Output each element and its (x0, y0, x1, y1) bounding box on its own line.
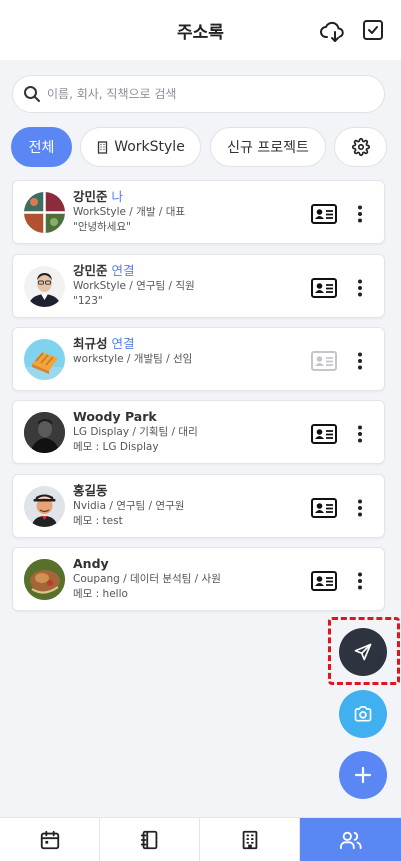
cloud-download-icon[interactable] (320, 18, 346, 44)
contact-tag: 나 (111, 189, 124, 204)
filter-chip-label: WorkStyle (114, 139, 185, 155)
more-icon[interactable] (357, 572, 363, 590)
filter-chip-new-project[interactable]: 신규 프로젝트 (210, 127, 326, 167)
business-card-icon[interactable] (311, 424, 337, 444)
contact-tag: 연결 (111, 263, 135, 278)
contact-memo: "123" (73, 295, 103, 307)
avatar (24, 266, 65, 307)
more-icon[interactable] (357, 279, 363, 297)
contact-name-row: 강민준 연결 (73, 262, 303, 279)
add-contact-button[interactable] (339, 751, 387, 799)
office-building-icon (242, 830, 257, 850)
notebook-icon (140, 830, 157, 850)
filter-chip-all[interactable]: 전체 (11, 127, 72, 167)
search-bar[interactable] (12, 75, 385, 113)
filter-chip-label: 전체 (28, 140, 55, 156)
contact-name: 강민준 (73, 189, 108, 204)
search-input[interactable] (47, 84, 367, 104)
tab-calendar[interactable] (0, 818, 100, 861)
business-card-icon[interactable] (311, 351, 337, 371)
contact-org: WorkStyle / 개발 / 대표 (73, 206, 186, 218)
filter-chip-label: 신규 프로젝트 (227, 140, 309, 156)
contact-org: workstyle / 개발팀 / 선임 (73, 353, 193, 365)
contact-memo: 메모 : LG Display (73, 441, 159, 453)
bottom-tab-bar (0, 817, 401, 861)
send-icon (354, 643, 372, 661)
more-icon[interactable] (357, 352, 363, 370)
search-icon (24, 86, 40, 102)
more-icon[interactable] (357, 425, 363, 443)
contact-card[interactable]: 최규성 연결 workstyle / 개발팀 / 선임 (12, 327, 385, 391)
camera-button[interactable] (339, 690, 387, 738)
business-card-icon[interactable] (311, 571, 337, 591)
contact-name: 최규성 (73, 336, 108, 351)
contact-memo: "안녕하세요" (73, 221, 131, 233)
contact-card[interactable]: 홍길동 Nvidia / 연구팀 / 연구원 메모 : test (12, 474, 385, 538)
avatar (24, 412, 65, 453)
contact-card[interactable]: 강민준 나 WorkStyle / 개발 / 대표 "안녕하세요" (12, 180, 385, 244)
contact-name-row: Andy (73, 555, 303, 572)
business-card-icon[interactable] (311, 204, 337, 224)
people-icon (339, 831, 362, 850)
contact-card[interactable]: Andy Coupang / 데이터 분석팀 / 사원 메모 : hello (12, 547, 385, 611)
contact-name: 홍길동 (73, 483, 108, 498)
avatar (24, 339, 65, 380)
contact-memo: 메모 : test (73, 515, 123, 527)
filter-chip-workstyle[interactable]: WorkStyle (80, 127, 201, 167)
contact-name-row: 강민준 나 (73, 188, 303, 205)
avatar (24, 486, 65, 527)
contact-name-row: 홍길동 (73, 482, 303, 499)
tab-notebook[interactable] (100, 818, 200, 861)
tab-contacts[interactable] (300, 818, 401, 861)
building-icon (98, 140, 108, 154)
more-icon[interactable] (357, 499, 363, 517)
contact-name: Woody Park (73, 409, 157, 424)
gear-icon (351, 138, 370, 156)
send-button[interactable] (339, 628, 387, 676)
business-card-icon[interactable] (311, 498, 337, 518)
avatar (24, 192, 65, 233)
filter-settings-button[interactable] (334, 127, 387, 167)
contact-memo: 메모 : hello (73, 588, 128, 600)
tab-company[interactable] (200, 818, 300, 861)
contact-name: Andy (73, 556, 109, 571)
checkbox-icon[interactable] (361, 18, 387, 44)
contact-card[interactable]: Woody Park LG Display / 기획팀 / 대리 메모 : LG… (12, 400, 385, 464)
contact-name: 강민준 (73, 263, 108, 278)
contact-org: Nvidia / 연구팀 / 연구원 (73, 500, 185, 512)
calendar-icon (40, 830, 59, 850)
camera-icon (354, 706, 372, 722)
app-header: 주소록 (0, 0, 401, 60)
plus-icon (354, 766, 372, 784)
business-card-icon[interactable] (311, 278, 337, 298)
contact-org: Coupang / 데이터 분석팀 / 사원 (73, 573, 221, 585)
contact-name-row: Woody Park (73, 408, 303, 425)
contact-org: WorkStyle / 연구팀 / 직원 (73, 280, 195, 292)
contact-card[interactable]: 강민준 연결 WorkStyle / 연구팀 / 직원 "123" (12, 254, 385, 318)
contact-tag: 연결 (111, 336, 135, 351)
more-icon[interactable] (357, 205, 363, 223)
contact-org: LG Display / 기획팀 / 대리 (73, 426, 198, 438)
contact-name-row: 최규성 연결 (73, 335, 303, 352)
avatar (24, 559, 65, 600)
